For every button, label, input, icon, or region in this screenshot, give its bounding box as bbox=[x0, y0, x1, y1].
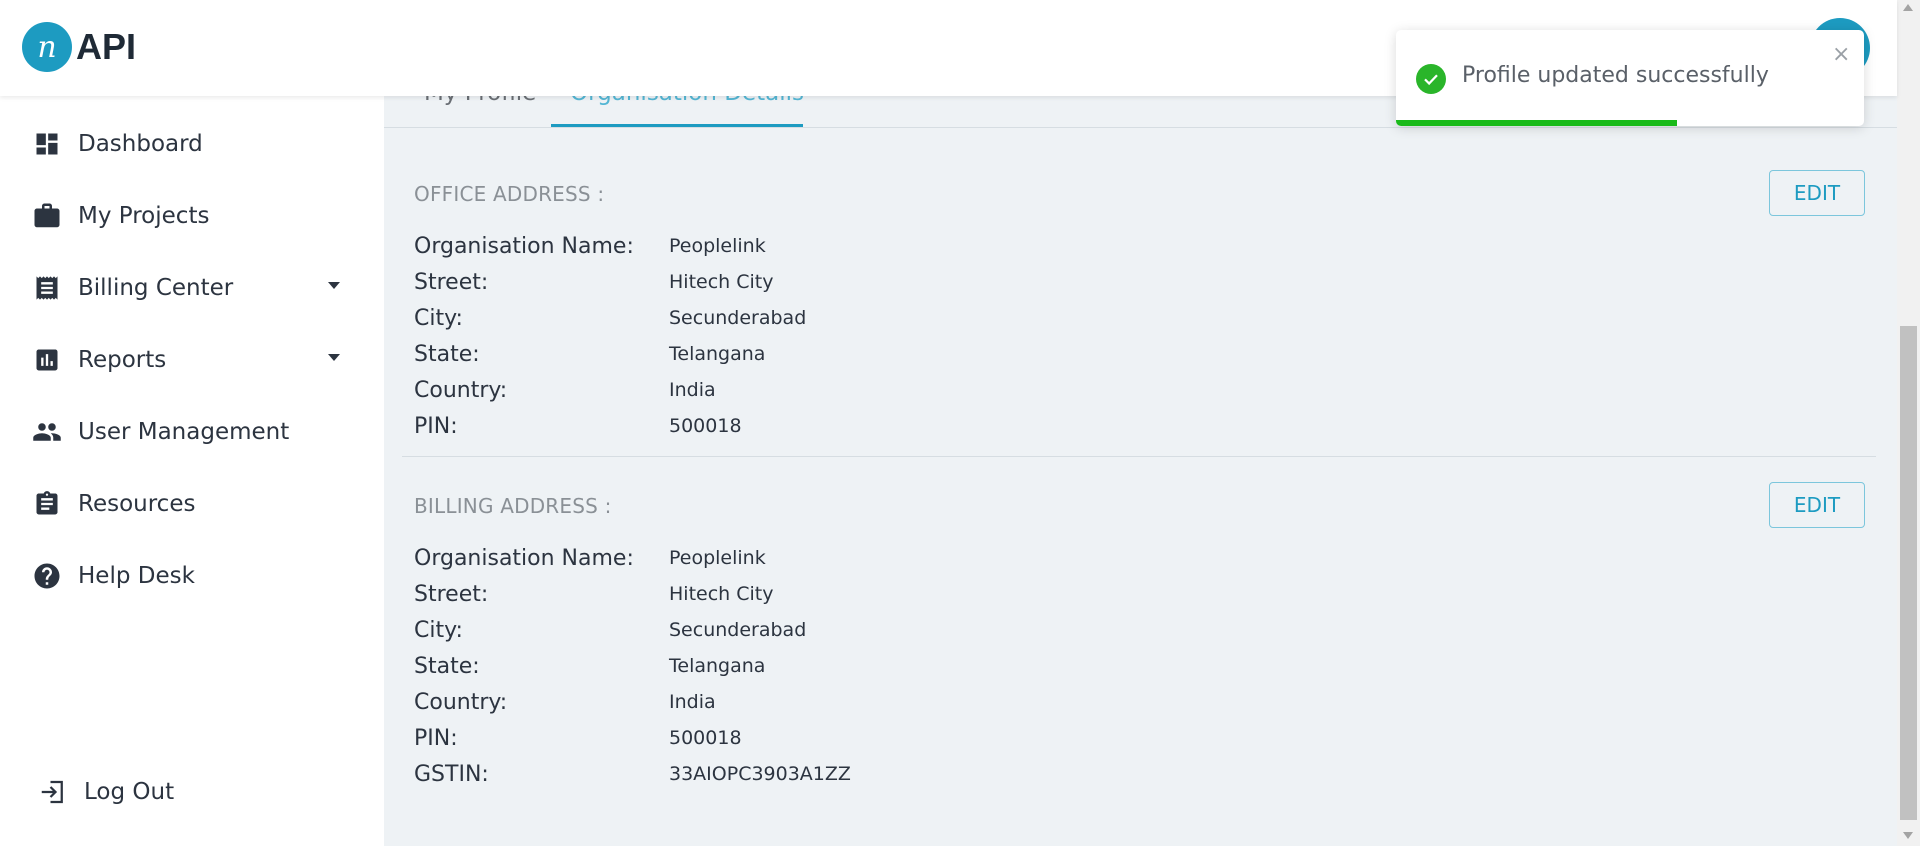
page-scrollbar[interactable] bbox=[1897, 0, 1920, 846]
receipt-icon bbox=[32, 273, 62, 303]
field-label: State: bbox=[414, 341, 480, 367]
sidebar-item-label: Reports bbox=[78, 347, 167, 373]
field-value: India bbox=[669, 691, 716, 713]
edit-billing-address-button[interactable]: EDIT bbox=[1769, 482, 1865, 528]
sidebar-item-label: My Projects bbox=[78, 203, 210, 229]
billing-row: Organisation Name: Peoplelink bbox=[414, 542, 766, 574]
sidebar-item-user-management[interactable]: User Management bbox=[32, 408, 352, 456]
logout-icon bbox=[38, 777, 68, 807]
field-value: Peoplelink bbox=[669, 547, 766, 569]
field-label: Organisation Name: bbox=[414, 545, 634, 571]
billing-row: Country: India bbox=[414, 686, 716, 718]
sidebar: Dashboard My Projects Billing Center Rep… bbox=[0, 96, 384, 846]
office-address-title: OFFICE ADDRESS : bbox=[414, 182, 605, 206]
field-label: Organisation Name: bbox=[414, 233, 634, 259]
field-value: 500018 bbox=[669, 727, 742, 749]
people-icon bbox=[32, 417, 62, 447]
sidebar-item-billing-center[interactable]: Billing Center bbox=[32, 264, 352, 312]
close-icon[interactable]: × bbox=[1832, 42, 1850, 67]
logout-label: Log Out bbox=[84, 779, 175, 805]
app-logo[interactable]: n API bbox=[22, 22, 136, 72]
sidebar-item-label: Billing Center bbox=[78, 275, 234, 301]
sidebar-item-my-projects[interactable]: My Projects bbox=[32, 192, 352, 240]
field-label: State: bbox=[414, 653, 480, 679]
office-row: City: Secunderabad bbox=[414, 302, 806, 334]
field-value: Peoplelink bbox=[669, 235, 766, 257]
field-label: GSTIN: bbox=[414, 761, 489, 787]
field-label: Country: bbox=[414, 689, 508, 715]
field-label: Country: bbox=[414, 377, 508, 403]
briefcase-icon bbox=[32, 201, 62, 231]
billing-row: PIN: 500018 bbox=[414, 722, 742, 754]
sidebar-item-label: User Management bbox=[78, 419, 290, 445]
section-divider bbox=[402, 456, 1876, 457]
help-icon bbox=[32, 561, 62, 591]
field-label: Street: bbox=[414, 581, 489, 607]
billing-address-title: BILLING ADDRESS : bbox=[414, 494, 612, 518]
scroll-up-arrow-icon[interactable] bbox=[1903, 4, 1913, 11]
logout-button[interactable]: Log Out bbox=[38, 768, 358, 816]
sidebar-item-resources[interactable]: Resources bbox=[32, 480, 352, 528]
office-row: Country: India bbox=[414, 374, 716, 406]
office-row: Street: Hitech City bbox=[414, 266, 773, 298]
office-row: State: Telangana bbox=[414, 338, 765, 370]
billing-row: Street: Hitech City bbox=[414, 578, 773, 610]
clipboard-icon bbox=[32, 489, 62, 519]
dashboard-icon bbox=[32, 129, 62, 159]
field-value: Telangana bbox=[669, 343, 766, 365]
edit-office-address-button[interactable]: EDIT bbox=[1769, 170, 1865, 216]
logo-text: API bbox=[76, 26, 137, 67]
field-value: Hitech City bbox=[669, 271, 774, 293]
field-value: Hitech City bbox=[669, 583, 774, 605]
sidebar-item-dashboard[interactable]: Dashboard bbox=[32, 120, 352, 168]
office-row: Organisation Name: Peoplelink bbox=[414, 230, 766, 262]
success-toast: Profile updated successfully × bbox=[1396, 30, 1864, 126]
sidebar-item-label: Dashboard bbox=[78, 131, 203, 157]
field-value: Telangana bbox=[669, 655, 766, 677]
billing-row: State: Telangana bbox=[414, 650, 765, 682]
field-label: Street: bbox=[414, 269, 489, 295]
toast-progress-bar bbox=[1396, 120, 1677, 126]
scroll-thumb[interactable] bbox=[1900, 326, 1917, 820]
field-value: India bbox=[669, 379, 716, 401]
field-label: PIN: bbox=[414, 413, 458, 439]
chevron-down-icon[interactable] bbox=[328, 354, 340, 361]
sidebar-item-label: Resources bbox=[78, 491, 196, 517]
toast-message: Profile updated successfully bbox=[1462, 63, 1769, 88]
billing-row: City: Secunderabad bbox=[414, 614, 806, 646]
field-label: City: bbox=[414, 305, 463, 331]
chevron-down-icon[interactable] bbox=[328, 282, 340, 289]
check-circle-icon bbox=[1416, 64, 1446, 94]
billing-row: GSTIN: 33AIOPC3903A1ZZ bbox=[414, 758, 851, 790]
sidebar-item-reports[interactable]: Reports bbox=[32, 336, 352, 384]
field-label: PIN: bbox=[414, 725, 458, 751]
field-value: 500018 bbox=[669, 415, 742, 437]
sidebar-item-help-desk[interactable]: Help Desk bbox=[32, 552, 352, 600]
sidebar-item-label: Help Desk bbox=[78, 563, 195, 589]
field-label: City: bbox=[414, 617, 463, 643]
logo-mark: n bbox=[22, 22, 72, 72]
scroll-down-arrow-icon[interactable] bbox=[1903, 832, 1913, 839]
field-value: Secunderabad bbox=[669, 619, 807, 641]
active-tab-indicator bbox=[551, 124, 803, 127]
bar-chart-icon bbox=[32, 345, 62, 375]
field-value: Secunderabad bbox=[669, 307, 807, 329]
office-row: PIN: 500018 bbox=[414, 410, 742, 442]
main-content: My Profile Organisation Details OFFICE A… bbox=[384, 80, 1897, 846]
field-value: 33AIOPC3903A1ZZ bbox=[669, 763, 851, 785]
